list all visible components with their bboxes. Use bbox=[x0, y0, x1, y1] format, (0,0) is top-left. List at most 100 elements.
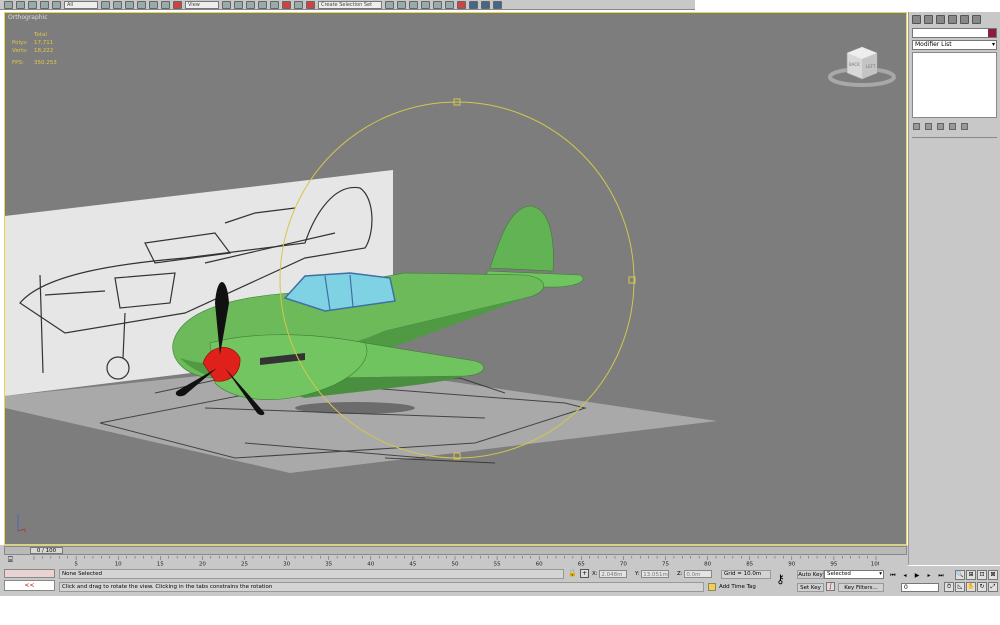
next-frame-icon[interactable]: ▸ bbox=[924, 572, 934, 581]
window-crossing-icon[interactable] bbox=[137, 0, 146, 9]
axis-tripod: z x bbox=[17, 513, 27, 533]
undo-icon[interactable] bbox=[4, 0, 13, 9]
unlink-icon[interactable] bbox=[40, 0, 49, 9]
x-field[interactable]: 2.048m bbox=[599, 570, 628, 578]
maxscript-listener-button[interactable]: << bbox=[4, 580, 55, 591]
perspective-viewport[interactable]: Orthographic Total Polys: 17,711 Verts: 18… bbox=[4, 12, 907, 545]
key-mode-dropdown[interactable]: Selected ▾ bbox=[824, 570, 884, 579]
select-object-icon[interactable] bbox=[101, 0, 110, 9]
bind-space-warp-icon[interactable] bbox=[52, 0, 61, 9]
key-filters-button[interactable]: Key Filters... bbox=[838, 583, 884, 592]
track-bar[interactable]: 5101520253035404550556065707580859095100 bbox=[29, 556, 879, 566]
command-panel-tabs bbox=[909, 12, 1000, 26]
play-icon[interactable]: ▶ bbox=[912, 572, 922, 581]
x-label: X: bbox=[592, 571, 598, 577]
selection-lock-icon[interactable]: 🔒 bbox=[568, 570, 577, 578]
field-of-view-icon[interactable]: ◺ bbox=[955, 582, 965, 592]
y-coordinate: Y: 13.051m bbox=[635, 570, 670, 579]
floor-shadow bbox=[295, 402, 415, 414]
rectangular-selection-icon[interactable] bbox=[125, 0, 134, 9]
orbit-icon[interactable]: ↻ bbox=[977, 582, 987, 592]
redo-icon[interactable] bbox=[16, 0, 25, 9]
scale-icon[interactable] bbox=[173, 0, 182, 9]
hierarchy-tab-icon[interactable] bbox=[936, 14, 945, 24]
modify-tab-icon[interactable] bbox=[924, 14, 933, 24]
curve-editor-icon[interactable] bbox=[433, 0, 442, 9]
align-icon[interactable] bbox=[397, 0, 406, 9]
select-by-name-icon[interactable] bbox=[113, 0, 122, 9]
pivot-center-icon[interactable] bbox=[222, 0, 231, 9]
add-time-tag[interactable]: Add Time Tag bbox=[708, 583, 772, 593]
maxscript-listener-pink[interactable] bbox=[4, 569, 55, 578]
keyboard-shortcut-icon[interactable] bbox=[246, 0, 255, 9]
mirror-icon[interactable] bbox=[385, 0, 394, 9]
viewcube[interactable]: BACK LEFT bbox=[827, 43, 897, 88]
absolute-mode-transform-icon[interactable]: + bbox=[580, 569, 589, 578]
render-setup-icon[interactable] bbox=[469, 0, 478, 9]
schematic-view-icon[interactable] bbox=[445, 0, 454, 9]
go-to-start-icon[interactable]: ⏮ bbox=[888, 572, 898, 581]
scene-canvas[interactable] bbox=[5, 13, 907, 545]
named-selection-sets-dropdown[interactable]: Create Selection Set bbox=[318, 0, 382, 9]
spinner-snap-icon[interactable] bbox=[294, 0, 303, 9]
remove-modifier-icon[interactable] bbox=[949, 123, 956, 130]
reference-coordinate-dropdown[interactable]: View bbox=[185, 0, 219, 9]
material-editor-icon[interactable] bbox=[457, 0, 466, 9]
current-frame-field[interactable]: 0 bbox=[901, 583, 939, 592]
percent-snap-icon[interactable] bbox=[282, 0, 291, 9]
object-color-swatch[interactable] bbox=[988, 29, 996, 37]
default-in-out-tangent-icon[interactable]: ∫ bbox=[826, 582, 835, 591]
motion-tab-icon[interactable] bbox=[948, 14, 957, 24]
utilities-tab-icon[interactable] bbox=[972, 14, 981, 24]
display-tab-icon[interactable] bbox=[960, 14, 969, 24]
link-icon[interactable] bbox=[28, 0, 37, 9]
select-manipulate-icon[interactable] bbox=[234, 0, 243, 9]
layer-manager-icon[interactable] bbox=[409, 0, 418, 9]
z-label: Z: bbox=[677, 571, 683, 577]
object-name-field[interactable] bbox=[912, 28, 997, 38]
status-bar: << None Selected Click and drag to rotat… bbox=[0, 566, 1000, 596]
zoom-extents-all-icon[interactable]: ⊠ bbox=[988, 570, 998, 580]
set-key-button[interactable]: Set Key bbox=[797, 583, 824, 592]
zoom-extents-icon[interactable]: ⊡ bbox=[977, 570, 987, 580]
chevron-down-icon: ▾ bbox=[991, 41, 995, 48]
open-mini-curve-editor-icon[interactable]: ⌸ bbox=[8, 556, 18, 565]
create-tab-icon[interactable] bbox=[912, 14, 921, 24]
viewcube-back-label[interactable]: BACK bbox=[849, 62, 860, 67]
rollout-divider bbox=[912, 137, 997, 138]
pin-stack-icon[interactable] bbox=[913, 123, 920, 130]
time-slider-thumb[interactable]: 0 / 100 bbox=[30, 547, 63, 554]
show-end-result-icon[interactable] bbox=[925, 123, 932, 130]
make-unique-icon[interactable] bbox=[937, 123, 944, 130]
auto-key-button[interactable]: Auto Key bbox=[797, 570, 824, 579]
angle-snap-icon[interactable] bbox=[270, 0, 279, 9]
graphite-ribbon-icon[interactable] bbox=[421, 0, 430, 9]
y-field[interactable]: 13.051m bbox=[641, 570, 670, 578]
render-production-icon[interactable] bbox=[493, 0, 502, 9]
modifier-stack[interactable] bbox=[912, 52, 997, 118]
set-keys-key-icon[interactable]: ⚷ bbox=[776, 573, 792, 585]
move-icon[interactable] bbox=[149, 0, 158, 9]
previous-frame-icon[interactable]: ◂ bbox=[900, 572, 910, 581]
rotate-icon[interactable] bbox=[161, 0, 170, 9]
time-slider[interactable]: 0 / 100 bbox=[4, 546, 907, 555]
viewcube-left-label[interactable]: LEFT bbox=[866, 64, 876, 69]
modifier-list-dropdown[interactable]: Modifier List ▾ bbox=[912, 40, 997, 50]
configure-modifier-sets-icon[interactable] bbox=[961, 123, 968, 130]
rendered-frame-window-icon[interactable] bbox=[481, 0, 490, 9]
edit-named-selection-icon[interactable] bbox=[306, 0, 315, 9]
main-toolbar: All View Create Selection Set bbox=[0, 0, 695, 10]
pan-view-icon[interactable]: ✋ bbox=[966, 582, 976, 592]
zoom-all-icon[interactable]: ⊞ bbox=[966, 570, 976, 580]
time-configuration-icon[interactable]: ⏱ bbox=[944, 582, 954, 592]
zoom-icon[interactable]: 🔍 bbox=[955, 570, 965, 580]
x-coordinate: X: 2.048m bbox=[592, 570, 628, 579]
chevron-down-icon: ▾ bbox=[879, 571, 882, 577]
z-field[interactable]: 0.0m bbox=[684, 570, 713, 578]
snaps-toggle-icon[interactable] bbox=[258, 0, 267, 9]
selection-filter-dropdown[interactable]: All bbox=[64, 0, 98, 9]
maximize-viewport-icon[interactable]: ⤢ bbox=[988, 582, 998, 592]
go-to-end-icon[interactable]: ⏭ bbox=[936, 572, 946, 581]
prompt-line: Click and drag to rotate the view. Click… bbox=[59, 582, 704, 592]
time-tag-icon bbox=[708, 583, 716, 591]
